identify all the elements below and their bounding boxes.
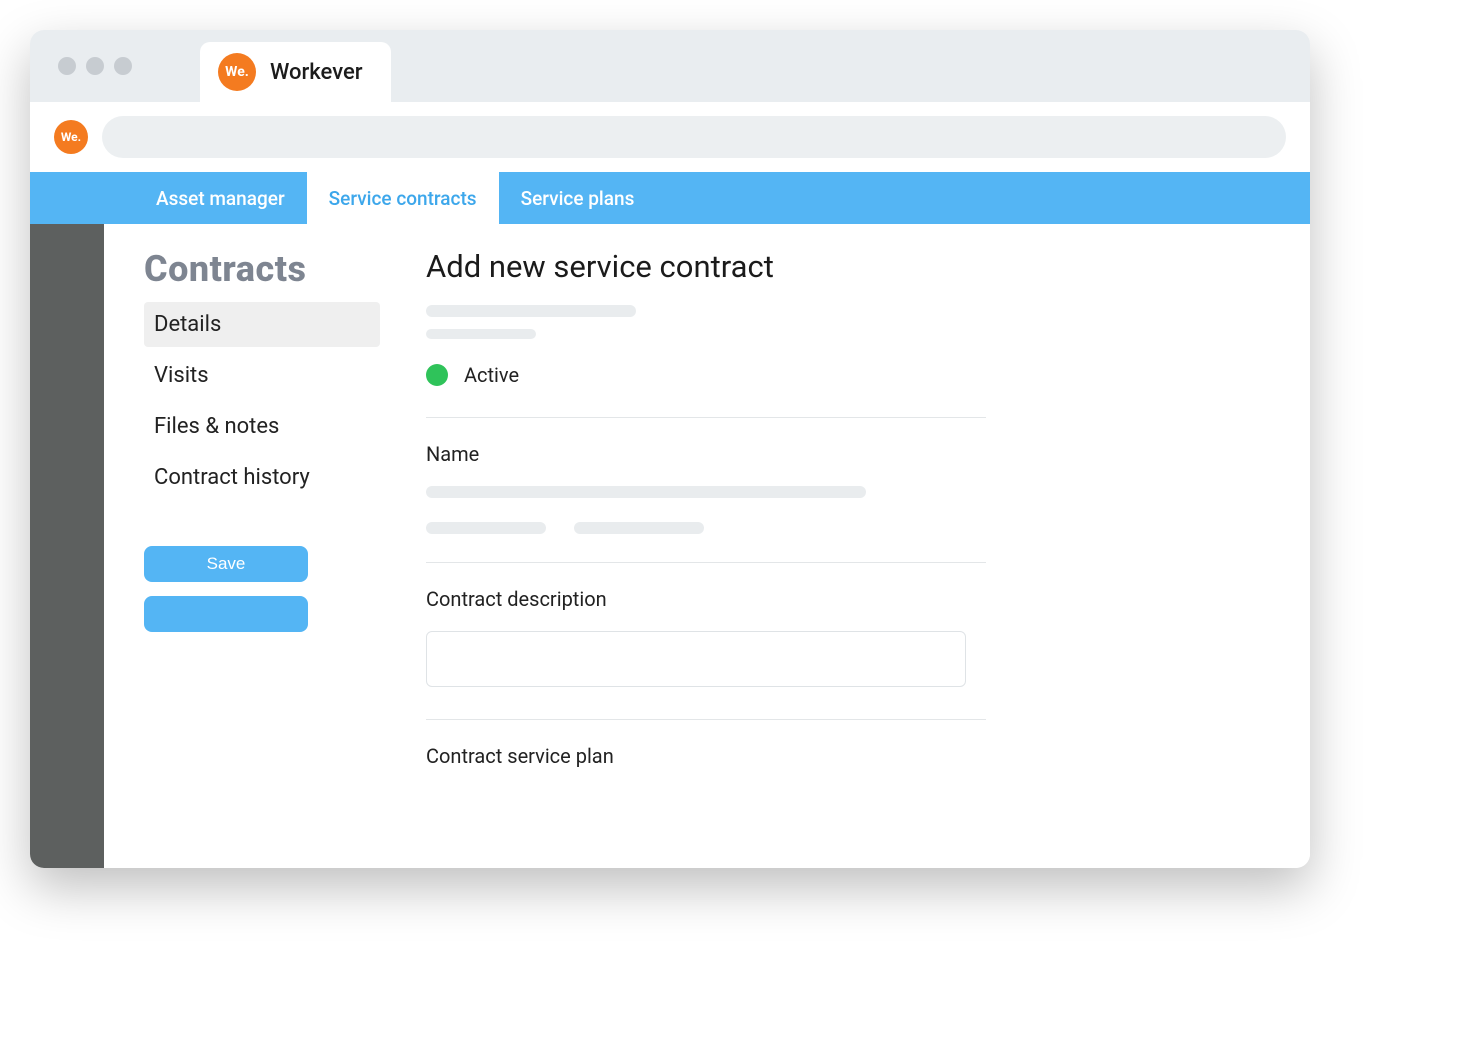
status-indicator-icon [426, 364, 448, 386]
service-plan-label: Contract service plan [426, 744, 986, 768]
address-bar: We. [30, 102, 1310, 172]
placeholder-line [426, 329, 536, 339]
section-description: Contract description [426, 562, 986, 719]
body: Contracts Details Visits Files & notes C… [104, 224, 1310, 868]
placeholder-row [426, 522, 986, 534]
description-textarea[interactable] [426, 631, 966, 687]
placeholder-line [574, 522, 704, 534]
window-minimize-dot[interactable] [86, 57, 104, 75]
app-logo-icon: We. [218, 53, 256, 91]
window-close-dot[interactable] [58, 57, 76, 75]
secondary-button[interactable] [144, 596, 308, 632]
window-title-bar: We. Workever [30, 30, 1310, 102]
browser-tab-title: Workever [270, 60, 363, 85]
sidebar-heading: Contracts [144, 248, 380, 290]
sidebar-item-visits[interactable]: Visits [144, 353, 380, 398]
left-rail [30, 224, 104, 868]
tab-asset-manager[interactable]: Asset manager [134, 172, 307, 224]
description-label: Contract description [426, 587, 986, 611]
browser-window: We. Workever We. Asset manager Service c… [30, 30, 1310, 868]
window-controls [58, 57, 132, 75]
address-input[interactable] [102, 116, 1286, 158]
placeholder-line [426, 305, 636, 317]
section-name: Name [426, 417, 986, 562]
sidebar: Contracts Details Visits Files & notes C… [144, 248, 380, 828]
status-row: Active [426, 363, 1270, 387]
top-nav: Asset manager Service contracts Service … [30, 172, 1310, 224]
tab-service-plans[interactable]: Service plans [499, 172, 657, 224]
name-input[interactable] [426, 486, 866, 498]
save-button[interactable]: Save [144, 546, 308, 582]
sidebar-item-details[interactable]: Details [144, 302, 380, 347]
page-title: Add new service contract [426, 248, 1270, 285]
app-logo-small-icon: We. [54, 120, 88, 154]
placeholder-line [426, 522, 546, 534]
browser-tab[interactable]: We. Workever [200, 42, 391, 102]
window-maximize-dot[interactable] [114, 57, 132, 75]
name-label: Name [426, 442, 986, 466]
tab-service-contracts[interactable]: Service contracts [307, 172, 499, 224]
section-service-plan: Contract service plan [426, 719, 986, 828]
content-area: Contracts Details Visits Files & notes C… [30, 224, 1310, 868]
form-panel: Add new service contract Active Name [426, 248, 1270, 828]
sidebar-item-contract-history[interactable]: Contract history [144, 455, 380, 500]
sidebar-item-files-notes[interactable]: Files & notes [144, 404, 380, 449]
status-label: Active [464, 363, 519, 387]
